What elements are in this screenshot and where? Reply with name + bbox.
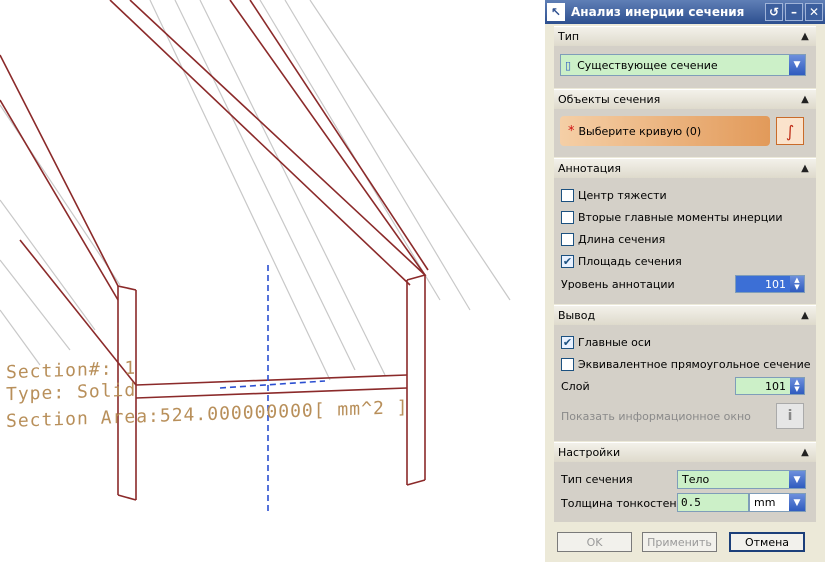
- equiv-rect-checkbox[interactable]: [561, 357, 574, 371]
- section-output-header[interactable]: Вывод ▲: [554, 305, 816, 325]
- info-window-label: Показать информационное окно: [561, 409, 751, 423]
- chevron-up-icon[interactable]: ▲: [798, 308, 812, 322]
- section-objects-title: Объекты сечения: [558, 93, 661, 106]
- graphics-viewport[interactable]: Section#: 1 Type: Solid Section Area:524…: [0, 0, 545, 562]
- layer-value: 101: [765, 379, 786, 393]
- curve-icon[interactable]: ∫: [776, 117, 804, 145]
- chevron-up-icon[interactable]: ▲: [798, 29, 812, 43]
- required-marker: *: [568, 123, 575, 139]
- centroid-label: Центр тяжести: [578, 188, 667, 202]
- principal-axes-label: Главные оси: [578, 335, 652, 349]
- section-icon: ▯: [565, 58, 572, 72]
- unit-dropdown[interactable]: mm ▼: [749, 493, 806, 512]
- section-type-label: Тип сечения: [561, 472, 633, 486]
- spinner-icon[interactable]: ▲ ▼: [790, 378, 804, 394]
- chevron-up-icon[interactable]: ▲: [798, 161, 812, 175]
- section-annotation-title: Аннотация: [558, 162, 622, 175]
- principal-axes-checkbox[interactable]: ✔: [561, 335, 574, 349]
- chevron-down-icon[interactable]: ▼: [789, 471, 805, 488]
- thickness-input[interactable]: 0.5: [677, 493, 749, 512]
- inertia-analysis-dialog: ↖ Анализ инерции сечения ↺ – ✕ Тип ▲ ▯ С…: [545, 0, 825, 562]
- annotation-level-label: Уровень аннотации: [561, 277, 675, 291]
- section-settings-title: Настройки: [558, 446, 621, 459]
- arrow-icon: ↖: [547, 3, 565, 21]
- annotation-level-row: Уровень аннотации: [561, 275, 675, 293]
- centroid-checkbox-row[interactable]: Центр тяжести: [561, 186, 667, 204]
- section-type-title: Тип: [558, 30, 580, 43]
- principal-moments-checkbox-row[interactable]: Вторые главные моменты инерции: [561, 208, 783, 226]
- annotation-level-input[interactable]: 101 ▲ ▼: [735, 275, 805, 293]
- annotation-level-value: 101: [765, 277, 786, 291]
- chevron-down-icon[interactable]: ▼: [789, 494, 805, 511]
- apply-button[interactable]: Применить: [642, 532, 717, 552]
- chevron-up-icon[interactable]: ▲: [798, 445, 812, 459]
- section-area-label: Площадь сечения: [578, 254, 682, 268]
- layer-label: Слой: [561, 379, 590, 393]
- section-output-title: Вывод: [558, 309, 596, 322]
- type-dropdown[interactable]: ▯ Существующее сечение ▼: [560, 54, 806, 76]
- centroid-checkbox[interactable]: [561, 188, 574, 202]
- section-type-row: Тип сечения: [561, 470, 633, 488]
- section-type-dropdown[interactable]: Тело ▼: [677, 470, 806, 489]
- close-button[interactable]: ✕: [805, 3, 823, 21]
- select-curve-field[interactable]: * Выберите кривую (0): [560, 116, 770, 146]
- equiv-rect-label: Эквивалентное прямоугольное сечение: [578, 357, 811, 371]
- principal-axes-checkbox-row[interactable]: ✔ Главные оси: [561, 333, 651, 351]
- section-objects-header[interactable]: Объекты сечения ▲: [554, 89, 816, 109]
- equiv-rect-checkbox-row[interactable]: Эквивалентное прямоугольное сечение: [561, 355, 811, 373]
- layer-input[interactable]: 101 ▲ ▼: [735, 377, 805, 395]
- thickness-label: Толщина тонкостенног: [561, 496, 697, 510]
- unit-value: mm: [754, 496, 776, 509]
- section-annotation-header[interactable]: Аннотация ▲: [554, 158, 816, 178]
- info-window-row: Показать информационное окно: [561, 407, 751, 425]
- dialog-titlebar[interactable]: ↖ Анализ инерции сечения ↺ – ✕: [545, 0, 825, 24]
- minimize-button[interactable]: –: [785, 3, 803, 21]
- type-dropdown-value: Существующее сечение: [577, 58, 718, 72]
- principal-moments-checkbox[interactable]: [561, 210, 574, 224]
- section-area-checkbox-row[interactable]: ✔ Площадь сечения: [561, 252, 682, 270]
- section-settings-header[interactable]: Настройки ▲: [554, 442, 816, 462]
- select-curve-label: Выберите кривую (0): [578, 124, 702, 138]
- reset-button[interactable]: ↺: [765, 3, 783, 21]
- cancel-button[interactable]: Отмена: [729, 532, 805, 552]
- section-area-checkbox[interactable]: ✔: [561, 254, 574, 268]
- section-type-header[interactable]: Тип ▲: [554, 26, 816, 46]
- model-drawing: [0, 0, 511, 515]
- layer-row: Слой: [561, 377, 590, 395]
- chevron-up-icon[interactable]: ▲: [798, 92, 812, 106]
- dialog-title: Анализ инерции сечения: [571, 5, 745, 19]
- thickness-value: 0.5: [681, 496, 701, 509]
- info-icon[interactable]: i: [776, 403, 804, 429]
- ok-button[interactable]: OK: [557, 532, 632, 552]
- principal-moments-label: Вторые главные моменты инерции: [578, 210, 783, 224]
- section-length-checkbox-row[interactable]: Длина сечения: [561, 230, 665, 248]
- section-length-label: Длина сечения: [578, 232, 666, 246]
- section-type-value: Тело: [682, 473, 710, 486]
- spinner-icon[interactable]: ▲ ▼: [790, 276, 804, 292]
- thickness-row: Толщина тонкостенног: [561, 494, 696, 512]
- section-length-checkbox[interactable]: [561, 232, 574, 246]
- chevron-down-icon[interactable]: ▼: [789, 55, 805, 75]
